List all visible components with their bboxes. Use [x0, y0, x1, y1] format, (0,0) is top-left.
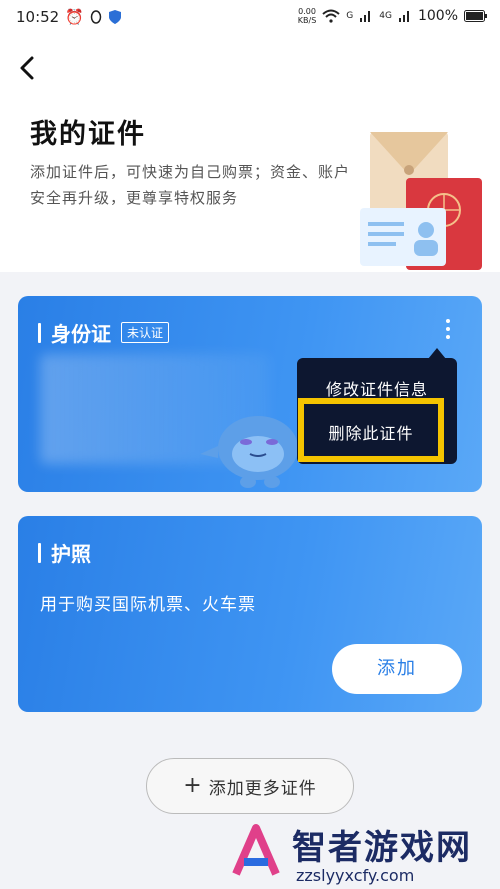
- passport-title: 护照: [51, 542, 91, 566]
- page-title: 我的证件: [30, 119, 146, 150]
- watermark-logo-icon: [232, 824, 280, 876]
- status-time: 10:52: [16, 8, 60, 26]
- back-arrow-icon[interactable]: [14, 54, 42, 82]
- alarm-icon: ⏰: [65, 8, 84, 26]
- status-left: 10:52 ⏰: [16, 8, 122, 26]
- watermark-text: 智者游戏网: [292, 828, 472, 868]
- watermark: 智者游戏网 zzslyyxcfy.com: [226, 818, 500, 889]
- add-more-label: 添加更多证件: [208, 778, 317, 799]
- passport-card: 护照 用于购买国际机票、火车票 添加: [18, 516, 482, 712]
- wifi-icon: [322, 9, 340, 23]
- speed-unit: KB/S: [297, 16, 317, 25]
- mascot-illustration: [200, 416, 298, 488]
- add-passport-button[interactable]: 添加: [332, 644, 462, 694]
- passport-title-row: 护照: [38, 538, 91, 567]
- network-speed: 0.00 KB/S: [298, 7, 317, 25]
- watermark-url: zzslyyxcfy.com: [296, 866, 415, 885]
- signal-label-1: G: [346, 11, 354, 21]
- status-bar: 10:52 ⏰ 0.00 KB/S G 4G 100%: [0, 0, 500, 34]
- signal-label-2: 4G: [379, 11, 392, 21]
- id-card-title-row: 身份证 未认证: [38, 318, 170, 347]
- id-card-title: 身份证: [51, 322, 111, 346]
- menu-item-edit[interactable]: 修改证件信息: [297, 376, 457, 400]
- add-more-documents-button[interactable]: + 添加更多证件: [146, 758, 354, 814]
- signal-icon: [360, 11, 371, 22]
- speed-value: 0.00: [298, 7, 316, 16]
- status-right: 0.00 KB/S G 4G 100%: [298, 7, 488, 25]
- unverified-badge: 未认证: [121, 322, 170, 343]
- signal-icon-2: [398, 11, 409, 22]
- title-bar: [38, 322, 41, 343]
- title-bar: [38, 542, 41, 563]
- battery-percent: 100%: [417, 8, 458, 24]
- documents-illustration: [360, 132, 482, 270]
- menu-item-delete[interactable]: 删除此证件: [304, 420, 438, 444]
- battery-icon: [464, 10, 487, 22]
- more-options-icon[interactable]: [444, 318, 452, 340]
- qq-icon: [90, 10, 102, 24]
- plus-icon: +: [183, 773, 203, 798]
- passport-description: 用于购买国际机票、火车票: [40, 595, 256, 615]
- shield-icon: [108, 10, 121, 24]
- menu-item-delete-highlight[interactable]: 删除此证件: [298, 398, 444, 462]
- page-subtitle: 添加证件后，可快速为自己购票；资金、账户安全再升级，更尊享特权服务: [30, 163, 351, 207]
- page-header: 我的证件 添加证件后，可快速为自己购票；资金、账户安全再升级，更尊享特权服务: [0, 34, 500, 272]
